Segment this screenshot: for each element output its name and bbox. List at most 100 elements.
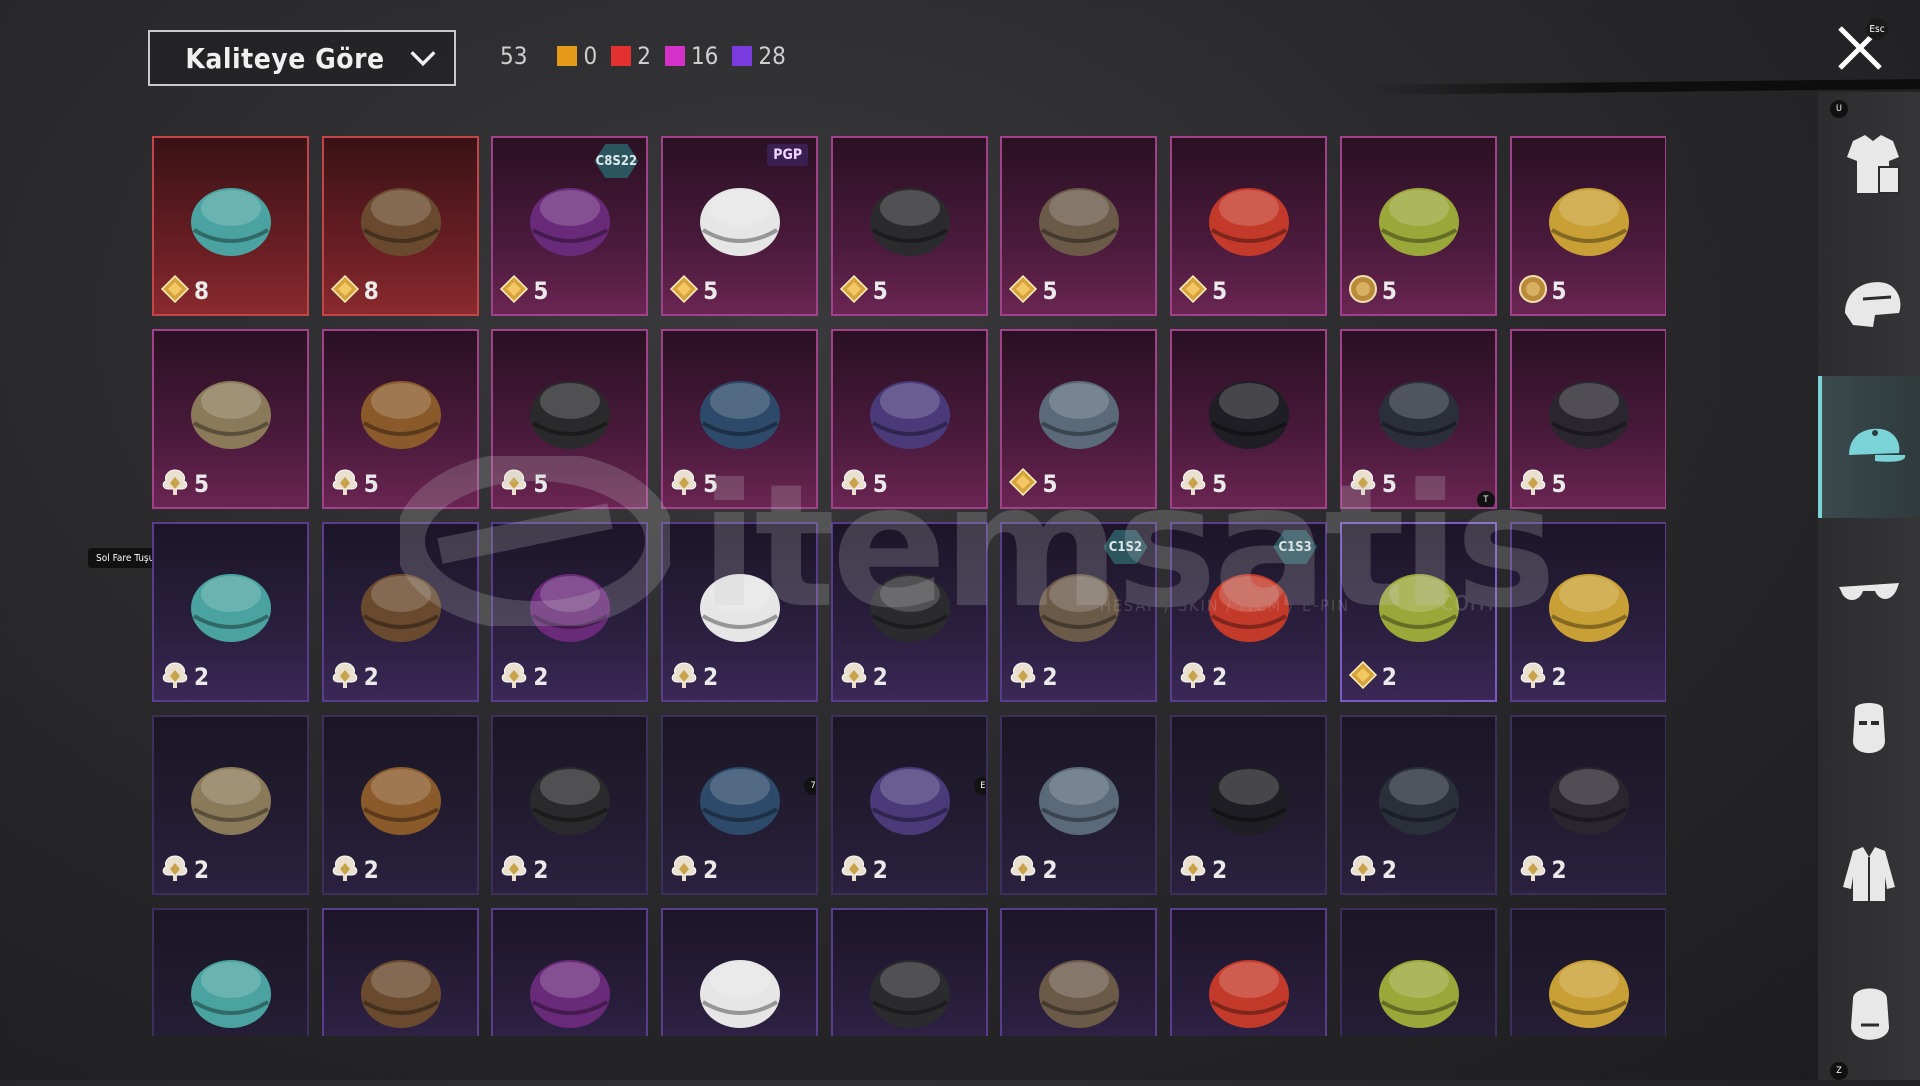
- item-tile-cake-hat[interactable]: [152, 908, 309, 1036]
- cloud-coin-icon: [1518, 853, 1548, 887]
- sidebar-tab-hat[interactable]: [1818, 376, 1920, 518]
- gold-coin-icon: [1008, 274, 1038, 308]
- samurai-mask-icon: [172, 353, 290, 465]
- item-tile-navy-beanie[interactable]: 2: [661, 522, 819, 702]
- item-tile-football-helmet[interactable]: 2: [1339, 715, 1497, 895]
- item-tile-red-fedora[interactable]: 2: [1000, 715, 1158, 895]
- price-value: 5: [872, 277, 888, 305]
- sidebar-tab-mask[interactable]: [1818, 660, 1920, 802]
- item-tile-tactical-helmet[interactable]: T5: [1339, 329, 1497, 509]
- item-tile-gas-mask[interactable]: 2: [152, 522, 309, 702]
- item-tile-green-bucket-hat[interactable]: 5: [1339, 136, 1497, 316]
- sort-dropdown[interactable]: Kaliteye Göre: [148, 30, 456, 86]
- cap-icon: [1849, 428, 1906, 462]
- item-tile-samurai-mask[interactable]: 5: [152, 329, 309, 509]
- brown-hair-icon: [1360, 546, 1478, 658]
- cloud-coin-icon: [1518, 660, 1548, 694]
- item-tile-panda-mask[interactable]: PGP 5: [661, 136, 819, 316]
- item-tile-officer-cap-mask[interactable]: 5: [830, 136, 988, 316]
- black-bucket-hat-icon: [1360, 932, 1478, 1036]
- item-tile-white-cap[interactable]: 2: [152, 715, 309, 895]
- item-price: 2: [1348, 660, 1397, 694]
- item-tile-pattern-beanie[interactable]: [1170, 908, 1328, 1036]
- outfit-icon: [1847, 135, 1900, 194]
- maid-headband-icon: [1530, 739, 1648, 851]
- item-tile-cat-headphones[interactable]: 2: [321, 715, 479, 895]
- gold-coin-icon: [669, 274, 699, 308]
- item-tile-maroon-fedora[interactable]: [1000, 908, 1158, 1036]
- item-tile-bunny-hat[interactable]: 2: [491, 522, 649, 702]
- gold-coin-icon: [1178, 274, 1208, 308]
- gold-crown-cap-icon: [851, 546, 969, 658]
- item-price: 5: [1008, 274, 1057, 308]
- item-tile-dragon-helmet[interactable]: 8: [152, 136, 309, 316]
- item-tile-crown-mask[interactable]: 5: [1509, 136, 1666, 316]
- price-value: 2: [872, 663, 888, 691]
- cloud-coin-icon: [160, 660, 190, 694]
- bear-armor-icon: [342, 353, 460, 465]
- cloud-coin-icon: [330, 467, 360, 501]
- item-tile-gold-crown-cap[interactable]: 2: [830, 522, 988, 702]
- navy-cap-icon: [1530, 546, 1648, 658]
- bike-helmet-icon: [342, 546, 460, 658]
- item-tile-luchador-mask[interactable]: 2: [491, 715, 649, 895]
- item-tile-red-headphones[interactable]: 5: [1170, 136, 1328, 316]
- item-tile-gas-mask-helmet[interactable]: 5: [1000, 329, 1158, 509]
- item-season-tag: PGP: [767, 144, 809, 166]
- price-value: 2: [1042, 663, 1058, 691]
- cat-headphones-icon: [342, 739, 460, 851]
- sidebar-tab-helmet[interactable]: [1818, 234, 1920, 376]
- item-tile-burger-hat[interactable]: [321, 908, 479, 1036]
- item-tile-navy-cap[interactable]: 2: [1509, 522, 1666, 702]
- item-tile-aviator-cap[interactable]: [1509, 908, 1666, 1036]
- shark-hat-icon: [681, 739, 799, 851]
- item-tile-shark-mask[interactable]: 2: [1170, 715, 1328, 895]
- item-price: 2: [330, 660, 379, 694]
- item-tile-black-bandana[interactable]: 5: [491, 329, 649, 509]
- item-tile-striped-beanie[interactable]: C1S2 2: [1000, 522, 1158, 702]
- price-value: 5: [1042, 277, 1058, 305]
- mask-icon: [1853, 703, 1885, 753]
- hotkey-badge: E: [973, 777, 986, 795]
- sidebar-tab-face[interactable]: Z: [1818, 944, 1920, 1086]
- item-tile-brown-hair[interactable]: 2: [1339, 522, 1497, 702]
- count-pink: 16: [664, 42, 718, 70]
- chevron-down-icon: [410, 51, 436, 67]
- item-tile-visor-helmet[interactable]: 5: [1170, 329, 1328, 509]
- item-tile-pirate-hat[interactable]: 8: [321, 136, 479, 316]
- price-value: 5: [1381, 470, 1397, 498]
- gold-coin-icon: [330, 274, 360, 308]
- cloud-coin-icon: [1178, 467, 1208, 501]
- galaxy-cap-icon: [851, 353, 969, 465]
- sidebar-tab-glasses[interactable]: [1818, 518, 1920, 660]
- price-value: 8: [363, 277, 379, 305]
- cloud-coin-icon: [669, 660, 699, 694]
- sidebar-tab-jacket[interactable]: [1818, 802, 1920, 944]
- crown-mask-icon: [1530, 160, 1648, 272]
- shark-mask-icon: [1190, 739, 1308, 851]
- item-tile-purple-hair[interactable]: C8S22 5: [491, 136, 649, 316]
- item-tile-black-fedora[interactable]: E2: [830, 715, 988, 895]
- item-tile-bike-helmet[interactable]: 2: [321, 522, 479, 702]
- sidebar-tab-outfit[interactable]: U: [1818, 92, 1920, 234]
- item-tile-goggle-beanie[interactable]: 5: [661, 329, 819, 509]
- item-price: 2: [669, 660, 718, 694]
- item-price: 5: [1178, 467, 1227, 501]
- headband-icon: [1530, 353, 1648, 465]
- price-value: 2: [703, 856, 719, 884]
- item-tile-spiked-helmet[interactable]: 5: [1000, 136, 1158, 316]
- item-tile-black-bucket-hat[interactable]: [1339, 908, 1497, 1036]
- item-tile-bear-armor[interactable]: 5: [321, 329, 479, 509]
- item-tile-black-cap[interactable]: [830, 908, 988, 1036]
- item-tile-maid-headband[interactable]: 2: [1509, 715, 1666, 895]
- item-tile-head-mirror[interactable]: [491, 908, 649, 1036]
- cloud-coin-icon: [1348, 853, 1378, 887]
- item-tile-headband[interactable]: 5: [1509, 329, 1666, 509]
- cloud-coin-icon: [1178, 660, 1208, 694]
- white-cap-icon: [172, 739, 290, 851]
- item-tile-galaxy-cap[interactable]: 5: [830, 329, 988, 509]
- item-tile-robot-helmet[interactable]: C1S3 2: [1170, 522, 1328, 702]
- hotkey-badge: 7: [804, 777, 817, 795]
- item-tile-shark-hat[interactable]: 72: [661, 715, 819, 895]
- item-tile-kufi-cap[interactable]: [661, 908, 819, 1036]
